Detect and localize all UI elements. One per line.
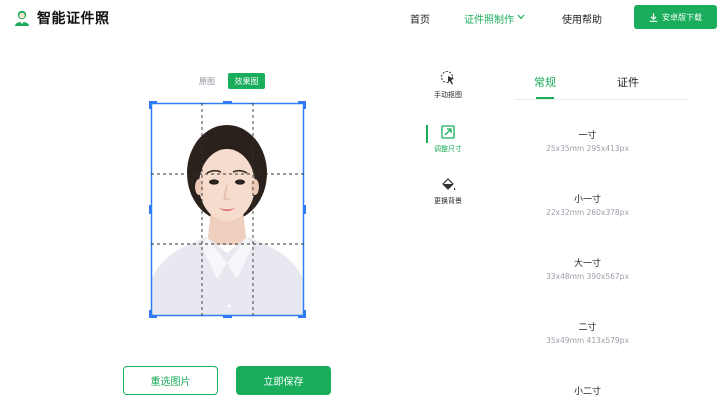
download-label: 安卓版下载 <box>662 12 702 22</box>
size-option[interactable]: 小二寸 <box>515 384 660 397</box>
tool-label: 手动抠图 <box>434 91 462 99</box>
tool-resize[interactable]: 调整尺寸 <box>428 124 468 154</box>
size-name: 一寸 <box>578 131 597 141</box>
size-option[interactable]: 一寸 25x35mm 295x413px <box>515 128 660 153</box>
cursor-select-icon <box>441 71 454 85</box>
toggle-result[interactable]: 效果图 <box>228 73 265 89</box>
app-logo[interactable]: 智能证件照 <box>13 8 110 28</box>
tab-certificate[interactable]: 证件 <box>617 74 639 90</box>
tab-regular[interactable]: 常规 <box>534 74 556 90</box>
size-name: 小二寸 <box>573 387 601 397</box>
nav-home[interactable]: 首页 <box>410 11 430 26</box>
chevron-down-icon[interactable] <box>517 14 525 20</box>
size-name: 小一寸 <box>573 195 601 205</box>
reselect-image-button[interactable]: 重选图片 <box>123 366 218 395</box>
tool-manual-cutout[interactable]: 手动抠图 <box>428 70 468 100</box>
resize-icon <box>441 125 455 139</box>
size-option[interactable]: 二寸 35x49mm 413x579px <box>515 320 660 345</box>
photo-preview[interactable] <box>149 101 306 318</box>
tab-divider <box>515 99 688 100</box>
download-icon <box>649 13 658 22</box>
top-header: 智能证件照 首页 证件照制作 使用帮助 安卓版下载 <box>0 0 727 36</box>
save-now-button[interactable]: 立即保存 <box>236 366 331 395</box>
crop-guides[interactable] <box>149 101 306 318</box>
android-download-button[interactable]: 安卓版下载 <box>634 5 717 29</box>
app-name: 智能证件照 <box>37 11 110 27</box>
nav-make-photo[interactable]: 证件照制作 <box>464 11 514 26</box>
size-option[interactable]: 小一寸 22x32mm 260x378px <box>515 192 660 217</box>
size-dims: 25x35mm 295x413px <box>546 144 629 153</box>
paint-bucket-icon <box>442 178 456 191</box>
tool-label: 更换背景 <box>434 197 462 205</box>
nav-help[interactable]: 使用帮助 <box>562 11 602 26</box>
tool-label: 调整尺寸 <box>434 145 462 153</box>
size-dims: 33x48mm 390x567px <box>546 272 629 281</box>
size-option[interactable]: 大一寸 33x48mm 390x567px <box>515 256 660 281</box>
size-name: 大一寸 <box>573 259 601 269</box>
toggle-original[interactable]: 原图 <box>199 76 215 87</box>
size-dims: 22x32mm 260x378px <box>546 208 629 217</box>
avatar-logo-icon <box>15 10 29 26</box>
size-name: 二寸 <box>578 323 597 333</box>
size-dims: 35x49mm 413x579px <box>546 336 629 345</box>
tool-change-background[interactable]: 更换背景 <box>428 176 468 206</box>
